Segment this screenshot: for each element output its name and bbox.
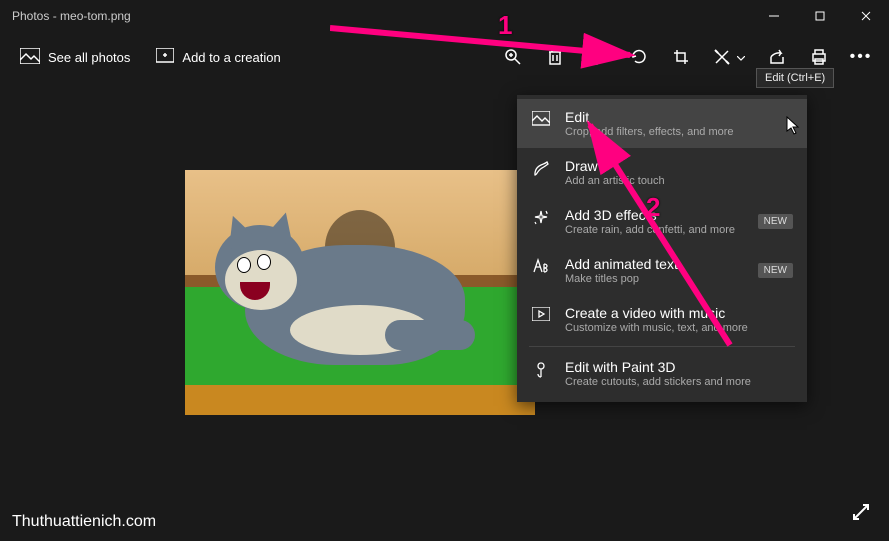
menu-item-paint3d[interactable]: Edit with Paint 3D Create cutouts, add s…	[517, 349, 807, 398]
draw-icon	[531, 158, 551, 178]
close-button[interactable]	[843, 0, 889, 32]
add-creation-icon	[156, 48, 174, 67]
edit-creative-button[interactable]	[705, 39, 753, 75]
window-title: Photos - meo-tom.png	[12, 9, 751, 23]
delete-button[interactable]	[537, 39, 573, 75]
sparkle-icon	[531, 207, 551, 227]
menu-title: Add animated text	[565, 256, 744, 272]
menu-desc: Crop, add filters, effects, and more	[565, 126, 793, 138]
menu-item-animated-text[interactable]: Add animated text Make titles pop NEW	[517, 246, 807, 295]
menu-item-3d-effects[interactable]: Add 3D effects Create rain, add confetti…	[517, 197, 807, 246]
chevron-down-icon	[737, 48, 745, 66]
menu-item-draw[interactable]: Draw Add an artistic touch	[517, 148, 807, 197]
menu-divider	[529, 346, 795, 347]
minimize-button[interactable]	[751, 0, 797, 32]
see-all-label: See all photos	[48, 50, 130, 65]
menu-desc: Create cutouts, add stickers and more	[565, 376, 793, 388]
maximize-button[interactable]	[797, 0, 843, 32]
fullscreen-button[interactable]	[851, 502, 871, 527]
add-to-creation-button[interactable]: Add to a creation	[146, 39, 290, 75]
menu-desc: Make titles pop	[565, 273, 744, 285]
menu-item-video-music[interactable]: Create a video with music Customize with…	[517, 295, 807, 344]
rotate-button[interactable]	[621, 39, 657, 75]
edit-dropdown-menu: Edit Crop, add filters, effects, and mor…	[517, 95, 807, 402]
new-badge: NEW	[758, 214, 793, 229]
menu-item-edit[interactable]: Edit Crop, add filters, effects, and mor…	[517, 99, 807, 148]
zoom-button[interactable]	[495, 39, 531, 75]
video-icon	[531, 305, 551, 321]
menu-desc: Create rain, add confetti, and more	[565, 224, 744, 236]
watermark-text: Thuthuattienich.com	[12, 513, 156, 531]
more-button[interactable]: •••	[843, 39, 879, 75]
paint3d-icon	[531, 359, 551, 379]
edit-image-icon	[531, 109, 551, 127]
menu-desc: Add an artistic touch	[565, 175, 793, 187]
menu-title: Edit	[565, 109, 793, 125]
mouse-cursor-icon	[786, 116, 800, 136]
menu-title: Create a video with music	[565, 305, 793, 321]
image-viewport[interactable]	[185, 170, 535, 415]
menu-title: Draw	[565, 158, 793, 174]
animated-text-icon	[531, 256, 551, 274]
title-bar: Photos - meo-tom.png	[0, 0, 889, 32]
photos-icon	[20, 48, 40, 67]
see-all-photos-button[interactable]: See all photos	[10, 39, 140, 75]
menu-title: Edit with Paint 3D	[565, 359, 793, 375]
annotation-number-2: 2	[646, 192, 660, 223]
edit-tooltip: Edit (Ctrl+E)	[756, 68, 834, 88]
add-creation-label: Add to a creation	[182, 50, 280, 65]
menu-desc: Customize with music, text, and more	[565, 322, 793, 334]
annotation-number-1: 1	[498, 10, 512, 41]
favorite-button[interactable]	[579, 39, 615, 75]
window-controls	[751, 0, 889, 32]
crop-button[interactable]	[663, 39, 699, 75]
new-badge: NEW	[758, 263, 793, 278]
